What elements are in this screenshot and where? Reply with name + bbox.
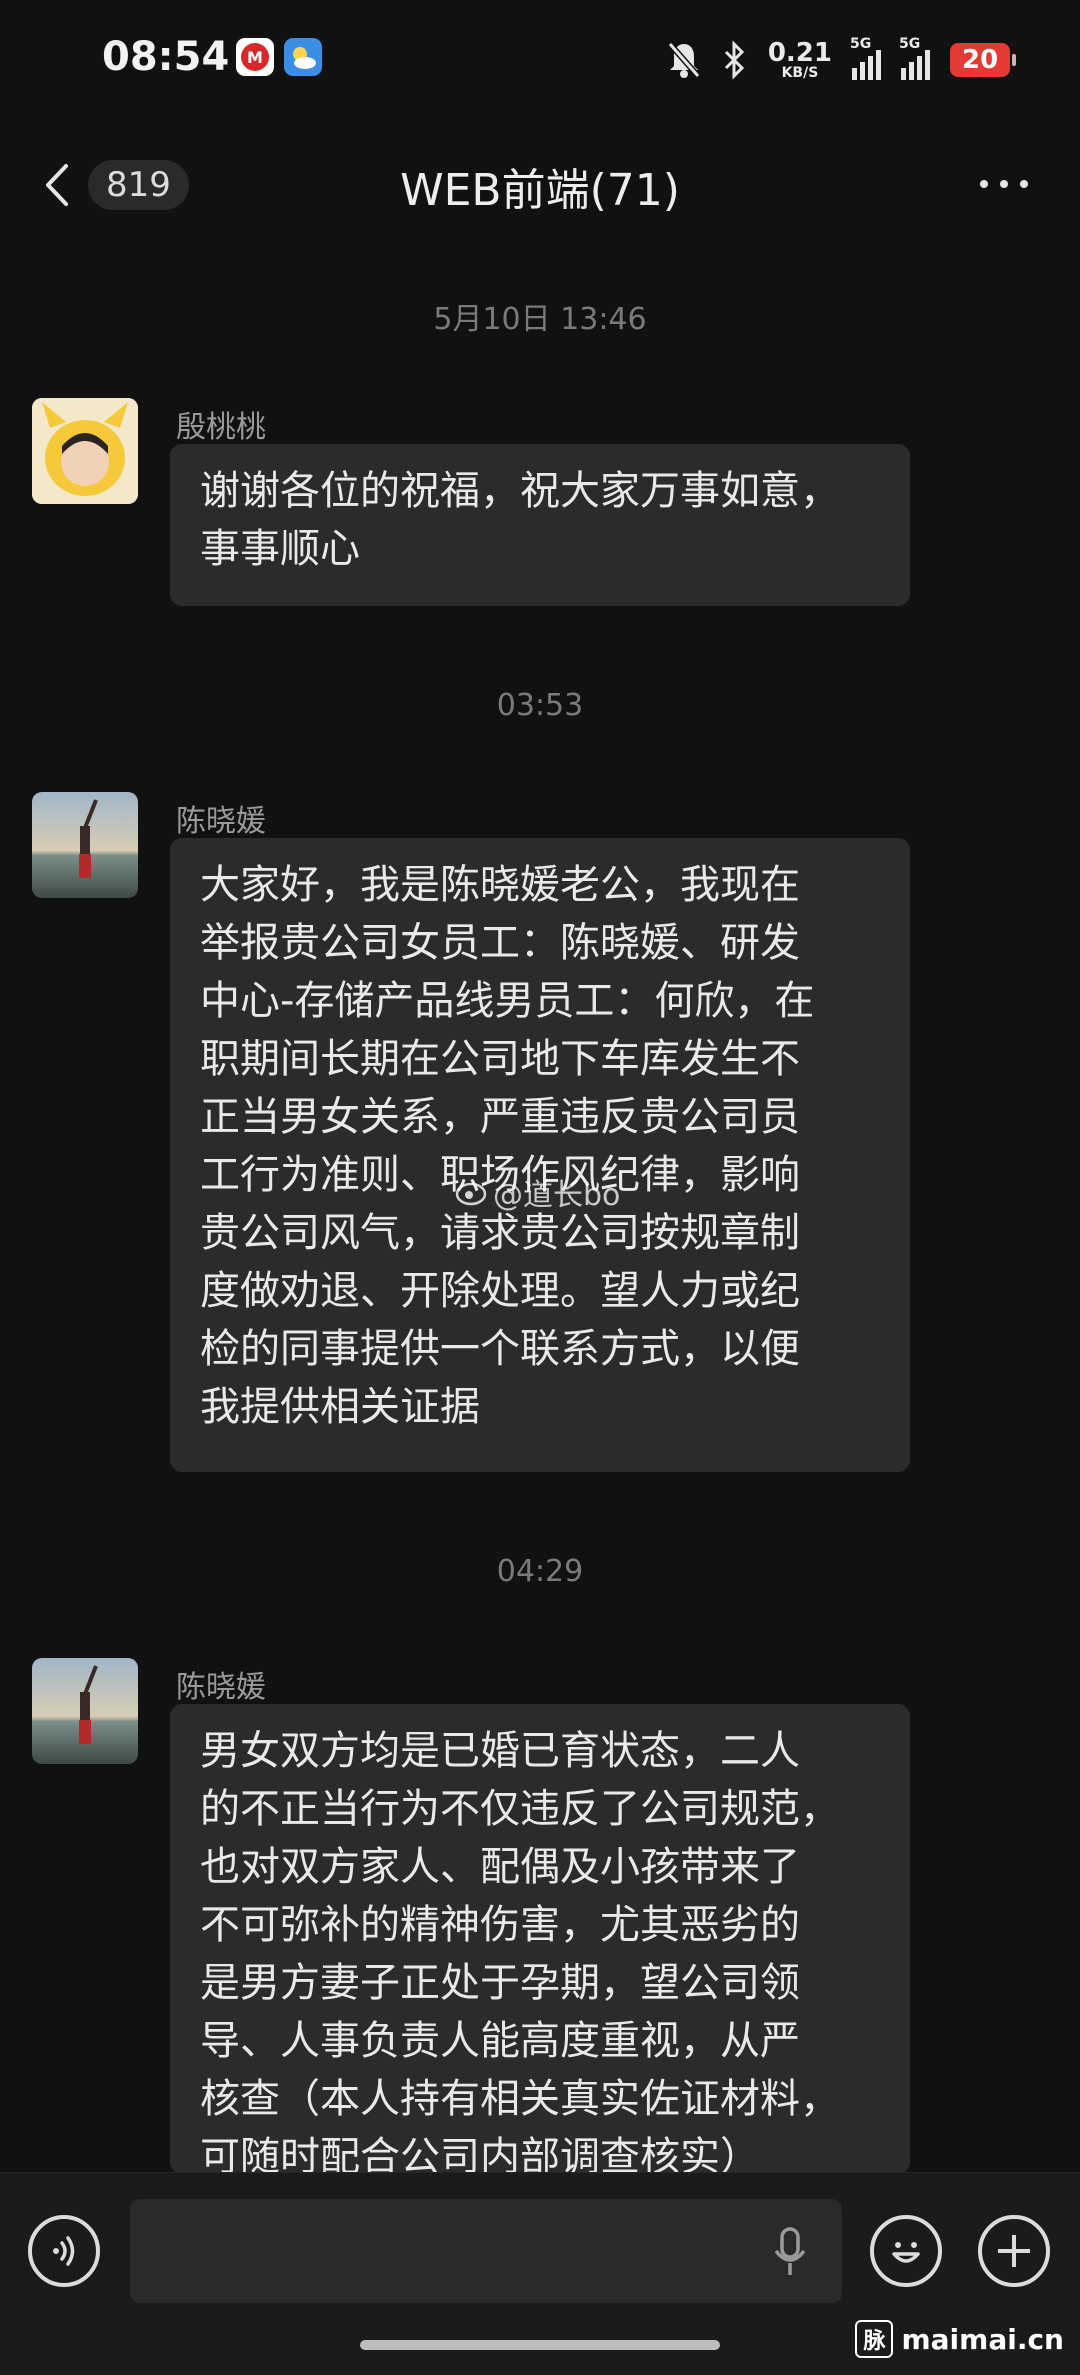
microphone-icon[interactable] (770, 2225, 810, 2279)
message-line: 度做劝退、开除处理。望人力或纪 (200, 1268, 800, 1314)
weibo-icon (455, 1182, 487, 1206)
maimai-logo-icon: 脉 (855, 2320, 894, 2358)
status-bar: 08:54 M 0.21 KB/S 5G 5G 20 (0, 0, 1080, 120)
message-line: 的不正当行为不仅违反了公司规范， (200, 1786, 840, 1832)
message-timestamp: 03:53 (496, 688, 584, 723)
message-line: 核查（本人持有相关真实佐证材料， (200, 2076, 840, 2122)
emoji-button[interactable] (870, 2215, 942, 2287)
message-line: 男女双方均是已婚已育状态，二人 (200, 1728, 800, 1774)
message-line: 导、人事负责人能高度重视，从严 (200, 2018, 800, 2064)
battery-indicator: 20 (950, 43, 1016, 77)
message-line: 正当男女关系，严重违反贵公司员 (200, 1094, 800, 1140)
message-line: 大家好，我是陈晓媛老公，我现在 (200, 862, 800, 908)
plus-icon (998, 2235, 1030, 2267)
message-line: 我提供相关证据 (200, 1384, 480, 1430)
chat-title: WEB前端(71) (400, 165, 680, 216)
smiley-icon (892, 2242, 920, 2263)
avatar[interactable] (32, 398, 138, 504)
voice-wave-icon (53, 2236, 75, 2266)
signal-sim1-icon: 5G (850, 36, 881, 80)
message-line: 是男方妻子正处于孕期，望公司领 (200, 1960, 800, 2006)
app-m-icon: M (236, 38, 274, 76)
message-bubble[interactable]: 男女双方均是已婚已育状态，二人 的不正当行为不仅违反了公司规范， 也对双方家人、… (170, 1704, 910, 2174)
message-line: 中心-存储产品线男员工：何欣，在 (200, 978, 815, 1024)
sender-name: 陈晓媛 (176, 1670, 266, 1705)
avatar[interactable] (32, 792, 138, 898)
chat-header: 819 WEB前端(71) (0, 130, 1080, 240)
message-timestamp: 5月10日 13:46 (433, 302, 647, 337)
message-timestamp: 04:29 (496, 1554, 584, 1589)
voice-toggle-button[interactable] (28, 2215, 100, 2287)
message-line: 不可弥补的精神伤害，尤其恶劣的 (200, 1902, 800, 1948)
message-line: 可随时配合公司内部调查核实） (200, 2134, 760, 2174)
message-line: 职期间长期在公司地下车库发生不 (200, 1036, 800, 1082)
message-input[interactable] (130, 2199, 842, 2303)
bluetooth-icon (724, 40, 744, 80)
site-watermark-text: maimai.cn (901, 2322, 1064, 2356)
add-more-button[interactable] (978, 2215, 1050, 2287)
sender-name: 陈晓媛 (176, 804, 266, 839)
weibo-watermark: @道长bo (455, 1170, 620, 1214)
site-watermark: 脉 maimai.cn (855, 2320, 1064, 2358)
message-line: 谢谢各位的祝福，祝大家万事如意， (200, 468, 840, 514)
more-options-icon[interactable] (976, 174, 1032, 194)
message-bubble[interactable]: 谢谢各位的祝福，祝大家万事如意， 事事顺心 (170, 444, 910, 606)
net-speed: 0.21 KB/S (767, 38, 832, 81)
home-indicator[interactable] (360, 2340, 720, 2350)
svg-text:M: M (247, 48, 263, 67)
message-line: 举报贵公司女员工：陈晓媛、研发 (200, 920, 800, 966)
avatar[interactable] (32, 1658, 138, 1764)
status-time: 08:54 (102, 34, 230, 80)
signal-sim2-icon: 5G (899, 36, 930, 80)
weather-icon (284, 38, 322, 76)
message-bubble[interactable]: 大家好，我是陈晓媛老公，我现在 举报贵公司女员工：陈晓媛、研发 中心-存储产品线… (170, 838, 910, 1472)
message-line: 检的同事提供一个联系方式，以便 (200, 1326, 800, 1372)
message-line: 事事顺心 (200, 526, 360, 572)
mute-bell-icon (667, 42, 701, 78)
sender-name: 殷桃桃 (176, 410, 266, 445)
message-line: 也对双方家人、配偶及小孩带来了 (200, 1844, 800, 1890)
